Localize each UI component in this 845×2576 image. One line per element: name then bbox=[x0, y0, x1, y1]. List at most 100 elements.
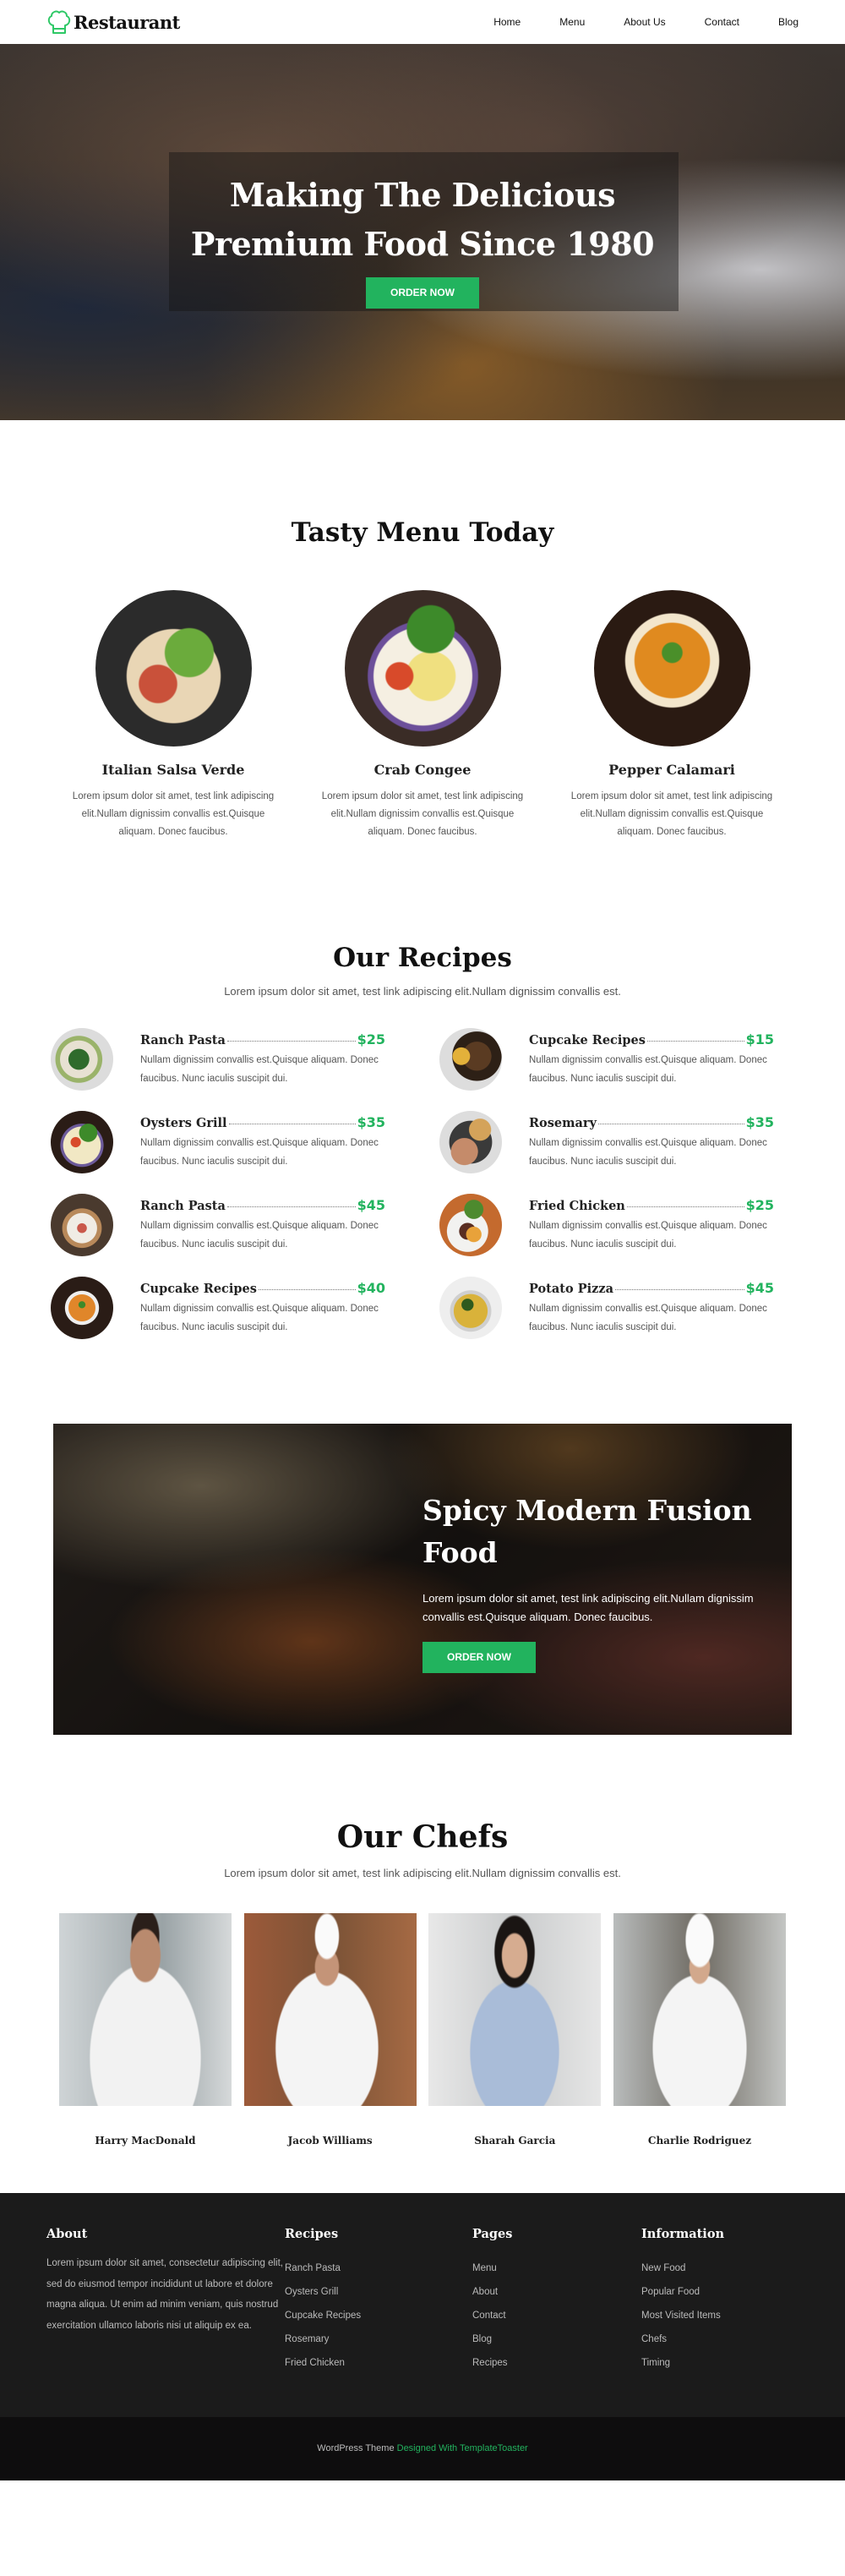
fusion-food-banner: Spicy Modern Fusion Food Lorem ipsum dol… bbox=[53, 1424, 792, 1735]
recipe-list: Ranch Pasta $25 Nullam dignissim convalli… bbox=[0, 1028, 845, 1339]
recipe-desc: Nullam dignissim convallis est.Quisque a… bbox=[529, 1304, 767, 1332]
hero-title: Making The Delicious Premium Food Since … bbox=[0, 171, 845, 269]
recipes-title: Our Recipes bbox=[333, 943, 512, 973]
recipe-image bbox=[439, 1277, 502, 1339]
recipe-desc: Nullam dignissim convallis est.Quisque a… bbox=[140, 1138, 379, 1167]
footer-link[interactable]: Oysters Grill bbox=[285, 2287, 338, 2297]
chef-card: Harry MacDonald bbox=[59, 1913, 232, 2147]
nav-home[interactable]: Home bbox=[493, 16, 521, 28]
recipe-item: Oysters Grill $35 Nullam dignissim conval… bbox=[51, 1111, 439, 1173]
dish-name: Pepper Calamari bbox=[608, 762, 735, 778]
dotted-leader bbox=[258, 1289, 356, 1290]
recipes-subtitle: Lorem ipsum dolor sit amet, test link ad… bbox=[224, 985, 621, 998]
chef-photo bbox=[613, 1913, 786, 2106]
hero-content: Making The Delicious Premium Food Since … bbox=[0, 171, 845, 309]
footer-information: Information New Food Popular Food Most V… bbox=[641, 2227, 793, 2417]
footer-link[interactable]: New Food bbox=[641, 2263, 685, 2273]
recipe-item: Cupcake Recipes $15 Nullam dignissim conv… bbox=[439, 1028, 828, 1091]
banner-order-now-button[interactable]: ORDER NOW bbox=[422, 1642, 536, 1673]
dish-name: Crab Congee bbox=[373, 762, 472, 778]
recipe-desc: Nullam dignissim convallis est.Quisque a… bbox=[140, 1055, 379, 1084]
recipe-price: $45 bbox=[745, 1280, 774, 1296]
chefs-section: Our Chefs Lorem ipsum dolor sit amet, te… bbox=[0, 1735, 845, 2193]
copyright-prefix: WordPress Theme bbox=[317, 2443, 395, 2453]
recipe-name: Fried Chicken bbox=[529, 1199, 625, 1213]
footer-link[interactable]: Recipes bbox=[472, 2358, 508, 2368]
recipe-image bbox=[439, 1111, 502, 1173]
dish-desc: Lorem ipsum dolor sit amet, test link ad… bbox=[321, 791, 524, 837]
nav-about-us[interactable]: About Us bbox=[624, 16, 665, 28]
recipe-item: Ranch Pasta $25 Nullam dignissim convalli… bbox=[51, 1028, 439, 1091]
recipe-image bbox=[439, 1028, 502, 1091]
chef-card: Jacob Williams bbox=[243, 1913, 417, 2147]
recipe-item: Cupcake Recipes $40 Nullam dignissim conv… bbox=[51, 1277, 439, 1339]
footer-link[interactable]: Timing bbox=[641, 2358, 670, 2368]
chef-name: Harry MacDonald bbox=[95, 2135, 196, 2147]
banner-title: Spicy Modern Fusion Food bbox=[422, 1494, 752, 1569]
recipe-price: $25 bbox=[357, 1031, 385, 1047]
footer-link[interactable]: Blog bbox=[472, 2334, 492, 2344]
footer-about: About Lorem ipsum dolor sit amet, consec… bbox=[46, 2227, 285, 2417]
chef-list: Harry MacDonald Jacob Williams Sharah Ga… bbox=[0, 1913, 845, 2147]
hero-title-line2: Premium Food Since 1980 bbox=[190, 225, 655, 263]
footer-link[interactable]: Most Visited Items bbox=[641, 2311, 721, 2321]
footer-link[interactable]: Menu bbox=[472, 2263, 497, 2273]
recipes-section: Our Recipes Lorem ipsum dolor sit amet, … bbox=[0, 917, 845, 1424]
site-header: Restaurant Home Menu About Us Contact Bl… bbox=[0, 0, 845, 44]
footer-link[interactable]: Rosemary bbox=[285, 2334, 329, 2344]
dish-desc: Lorem ipsum dolor sit amet, test link ad… bbox=[72, 791, 275, 837]
footer-link[interactable]: Ranch Pasta bbox=[285, 2263, 341, 2273]
recipe-desc: Nullam dignissim convallis est.Quisque a… bbox=[529, 1138, 767, 1167]
nav-blog[interactable]: Blog bbox=[778, 16, 799, 28]
recipe-name: Cupcake Recipes bbox=[529, 1033, 646, 1047]
dish-name: Italian Salsa Verde bbox=[101, 762, 245, 778]
footer-pages: Pages Menu About Contact Blog Recipes bbox=[472, 2227, 641, 2417]
recipe-name: Ranch Pasta bbox=[140, 1199, 226, 1213]
recipe-price: $35 bbox=[357, 1114, 385, 1130]
dish-image bbox=[593, 590, 750, 747]
recipe-desc: Nullam dignissim convallis est.Quisque a… bbox=[140, 1221, 379, 1250]
dotted-leader bbox=[226, 1041, 356, 1042]
recipe-desc: Nullam dignissim convallis est.Quisque a… bbox=[529, 1055, 767, 1084]
hero-title-line1: Making The Delicious bbox=[229, 176, 616, 214]
tasty-menu-title: Tasty Menu Today bbox=[291, 517, 554, 548]
hero-order-now-button[interactable]: ORDER NOW bbox=[366, 277, 479, 309]
chef-photo bbox=[243, 1913, 417, 2106]
footer-link[interactable]: Chefs bbox=[641, 2334, 667, 2344]
footer-link[interactable]: Contact bbox=[472, 2311, 506, 2321]
copyright-bar: WordPress Theme Designed With TemplateTo… bbox=[0, 2417, 845, 2480]
hero-banner: Making The Delicious Premium Food Since … bbox=[0, 44, 845, 420]
footer-link[interactable]: Popular Food bbox=[641, 2287, 700, 2297]
nav-menu[interactable]: Menu bbox=[559, 16, 585, 28]
logo[interactable]: Restaurant bbox=[46, 8, 180, 36]
recipe-image bbox=[439, 1194, 502, 1256]
nav-contact[interactable]: Contact bbox=[705, 16, 739, 28]
site-footer: About Lorem ipsum dolor sit amet, consec… bbox=[0, 2193, 845, 2417]
recipe-price: $45 bbox=[357, 1197, 385, 1213]
recipe-name: Ranch Pasta bbox=[140, 1033, 226, 1047]
dotted-leader bbox=[226, 1206, 356, 1207]
dish-image bbox=[344, 590, 501, 747]
footer-about-text: Lorem ipsum dolor sit amet, consectetur … bbox=[46, 2258, 283, 2331]
dish-card: Pepper Calamari Lorem ipsum dolor sit am… bbox=[566, 590, 777, 841]
logo-text: Restaurant bbox=[74, 11, 180, 33]
recipe-image bbox=[51, 1277, 113, 1339]
chefs-subtitle: Lorem ipsum dolor sit amet, test link ad… bbox=[224, 1867, 621, 1879]
templatetoaster-link[interactable]: Designed With TemplateToaster bbox=[397, 2443, 528, 2453]
recipe-price: $15 bbox=[745, 1031, 774, 1047]
recipe-price: $40 bbox=[357, 1280, 385, 1296]
dish-card: Italian Salsa Verde Lorem ipsum dolor si… bbox=[68, 590, 279, 841]
footer-link[interactable]: About bbox=[472, 2287, 498, 2297]
chefs-title: Our Chefs bbox=[336, 1819, 509, 1855]
chef-photo bbox=[428, 1913, 602, 2106]
footer-link[interactable]: Fried Chicken bbox=[285, 2358, 345, 2368]
recipe-image bbox=[51, 1111, 113, 1173]
chef-hat-icon bbox=[47, 10, 71, 34]
dotted-leader bbox=[614, 1289, 744, 1290]
recipe-name: Oysters Grill bbox=[140, 1116, 227, 1130]
footer-link[interactable]: Cupcake Recipes bbox=[285, 2311, 361, 2321]
chef-photo bbox=[59, 1913, 232, 2106]
dotted-leader bbox=[626, 1206, 744, 1207]
dotted-leader bbox=[646, 1041, 744, 1042]
chef-name: Charlie Rodriguez bbox=[647, 2135, 752, 2147]
